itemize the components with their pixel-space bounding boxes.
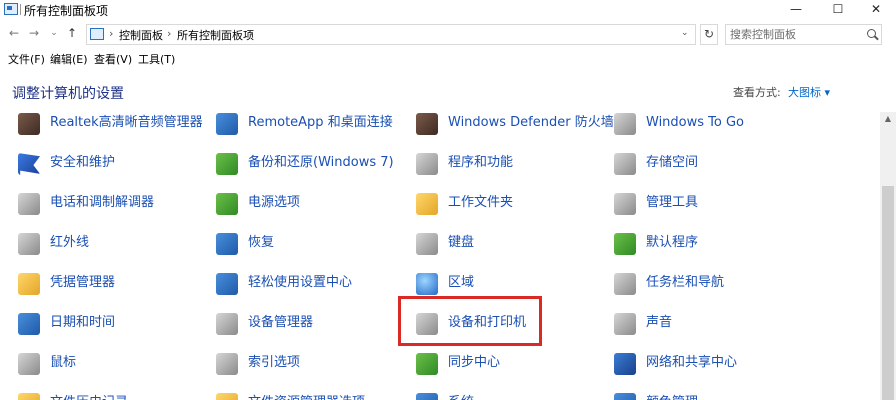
menu-view[interactable]: 查看(V): [94, 51, 132, 67]
menu-tools[interactable]: 工具(T): [138, 51, 175, 67]
control-panel-items: Realtek高清晰音频管理器 RemoteApp 和桌面连接 Windows De…: [0, 110, 878, 400]
title-separator: [20, 4, 21, 15]
address-field[interactable]: › 控制面板 › 所有控制面板项 › ⌄: [86, 24, 696, 45]
breadcrumb-separator-icon: ›: [109, 27, 114, 40]
remote-desktop-icon: [216, 113, 238, 135]
network-icon: [614, 353, 636, 375]
control-panel-item-label: 备份和还原(Windows 7): [248, 155, 394, 170]
backup-icon: [216, 153, 238, 175]
phone-modem-icon: [18, 193, 40, 215]
mouse-icon: [18, 353, 40, 375]
control-panel-item-label: 电话和调制解调器: [50, 195, 155, 210]
search-input[interactable]: [730, 27, 860, 42]
device-manager-icon: [216, 313, 238, 335]
breadcrumb-separator-icon: ›: [167, 27, 172, 40]
control-panel-item-label: Windows Defender 防火墙: [448, 115, 614, 130]
search-box[interactable]: [725, 24, 882, 45]
menu-file[interactable]: 文件(F): [8, 51, 45, 67]
menu-bar: 文件(F) 编辑(E) 查看(V) 工具(T): [0, 48, 896, 68]
control-panel-item-label: 凭据管理器: [50, 275, 116, 290]
control-panel-item-label: 程序和功能: [448, 155, 514, 170]
ease-of-access-icon: [216, 273, 238, 295]
work-folder-icon: [416, 193, 438, 215]
breadcrumb-control-panel[interactable]: 控制面板: [119, 27, 163, 43]
title-bar: 所有控制面板项 — ☐ ✕: [0, 0, 896, 20]
globe-icon: [416, 273, 438, 295]
control-panel-item-label: 设备管理器: [248, 315, 314, 330]
scrollbar-thumb[interactable]: [882, 186, 894, 400]
up-button[interactable]: ↑: [64, 25, 80, 41]
window-title: 所有控制面板项: [24, 4, 109, 18]
sync-icon: [416, 353, 438, 375]
control-panel-item-label: 恢复: [248, 235, 275, 250]
control-panel-item-label: 索引选项: [248, 355, 301, 370]
storage-icon: [614, 153, 636, 175]
maximize-button[interactable]: ☐: [818, 0, 858, 20]
control-panel-icon: [4, 3, 18, 15]
control-panel-item-label: 工作文件夹: [448, 195, 514, 210]
view-by-dropdown[interactable]: 大图标 ▾: [788, 84, 830, 100]
admin-tools-icon: [614, 193, 636, 215]
refresh-button[interactable]: ↻: [700, 24, 718, 45]
system-icon: [416, 393, 438, 400]
close-button[interactable]: ✕: [856, 0, 896, 20]
control-panel-item-label: 颜色管理: [646, 395, 698, 400]
flag-icon: [18, 153, 40, 175]
highlight-box: [398, 296, 542, 346]
file-history-icon: [18, 393, 40, 400]
color-icon: [614, 393, 636, 400]
recovery-icon: [216, 233, 238, 255]
minimize-button[interactable]: —: [776, 0, 816, 20]
firewall-icon: [416, 113, 438, 135]
control-panel-item-label: 网络和共享中心: [646, 355, 738, 370]
index-icon: [216, 353, 238, 375]
search-icon[interactable]: [867, 29, 876, 38]
control-panel-item-label: 日期和时间: [50, 315, 116, 330]
taskbar-icon: [614, 273, 636, 295]
keyboard-icon: [416, 233, 438, 255]
view-by-label: 查看方式:: [733, 86, 781, 99]
usb-drive-icon: [614, 113, 636, 135]
calendar-icon: [18, 313, 40, 335]
breadcrumb-all-items[interactable]: 所有控制面板项: [177, 27, 254, 43]
control-panel-item-label: 声音: [646, 315, 673, 330]
control-panel-item-label: 文件历史记录: [50, 395, 128, 400]
control-panel-item-label: 红外线: [50, 235, 90, 250]
back-button[interactable]: ←: [6, 25, 22, 41]
control-panel-item-label: RemoteApp 和桌面连接: [248, 115, 393, 130]
control-panel-icon: [90, 28, 104, 40]
programs-icon: [416, 153, 438, 175]
default-programs-icon: [614, 233, 636, 255]
explorer-options-icon: [216, 393, 238, 400]
control-panel-item-label: 区域: [448, 275, 475, 290]
menu-edit[interactable]: 编辑(E): [50, 51, 88, 67]
speaker-icon: [18, 113, 40, 135]
control-panel-item-label: 键盘: [448, 235, 475, 250]
sound-icon: [614, 313, 636, 335]
control-panel-item-label: 系统: [448, 395, 474, 400]
breadcrumb-separator-icon: ›: [249, 27, 254, 40]
recent-locations-button[interactable]: ⌄: [46, 25, 62, 41]
control-panel-item-label: 安全和维护: [50, 155, 116, 170]
control-panel-item-label: 管理工具: [646, 195, 699, 210]
control-panel-item-label: Windows To Go: [646, 115, 745, 130]
control-panel-item-label: 轻松使用设置中心: [248, 275, 353, 290]
forward-button[interactable]: →: [26, 25, 42, 41]
control-panel-item-label: Realtek高清晰音频管理器: [50, 115, 203, 130]
control-panel-item-label: 电源选项: [248, 195, 301, 210]
page-title: 调整计算机的设置: [12, 86, 124, 102]
control-panel-item-label: 默认程序: [646, 235, 699, 250]
control-panel-item-label: 文件资源管理器选项: [248, 395, 365, 400]
infrared-icon: [18, 233, 40, 255]
control-panel-item-label: 同步中心: [448, 355, 501, 370]
credential-icon: [18, 273, 40, 295]
power-icon: [216, 193, 238, 215]
scroll-up-arrow-icon[interactable]: ▲: [880, 112, 896, 126]
control-panel-item-label: 鼠标: [50, 355, 77, 370]
control-panel-item-label: 存储空间: [646, 155, 699, 170]
control-panel-item-label: 任务栏和导航: [646, 275, 725, 290]
address-dropdown-icon[interactable]: ⌄: [681, 28, 689, 38]
